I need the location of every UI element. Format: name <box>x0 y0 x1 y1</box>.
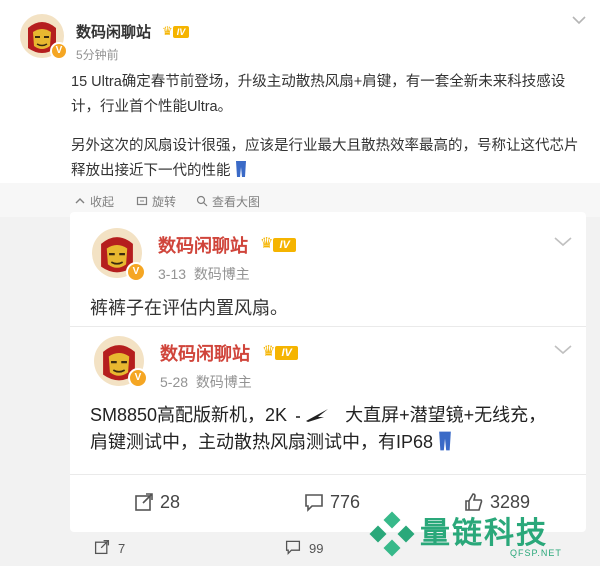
jeans-emoji-icon <box>235 161 247 179</box>
comment-icon <box>305 494 323 512</box>
quote2-text: SM8850高配版新机，2K 大直屏+潜望镜+无线充， 肩键测试中，主动散热风扇… <box>90 405 547 452</box>
post-paragraph-1: 15 Ultra确定春节前登场，升级主动散热风扇+肩键，有一套全新未来科技感设计… <box>71 74 566 115</box>
card-comment-count: 776 <box>304 492 360 513</box>
collapse-button[interactable]: 收起 <box>74 193 114 210</box>
quote1-verified-badge: V <box>126 262 146 282</box>
crown-icon: ♛ <box>162 24 173 38</box>
quote1-text: 裤裤子在评估内置风扇。 <box>90 298 288 318</box>
comment-button[interactable]: 99 <box>285 539 323 556</box>
repost-button[interactable]: 7 <box>94 539 125 556</box>
jeans-emoji-icon <box>438 431 452 452</box>
card-footer-divider <box>70 474 586 475</box>
chevron-down-icon[interactable] <box>572 12 586 30</box>
arrow-emoji-icon <box>287 405 345 425</box>
author-name[interactable]: 数码闲聊站 <box>76 21 151 42</box>
watermark-mark-icon <box>369 511 415 557</box>
share-icon <box>94 539 110 555</box>
quote2-author: 数码闲聊站 <box>160 344 250 364</box>
quote2-meta: 5-28 数码博主 <box>160 374 252 390</box>
crown-icon: ♛ <box>262 343 276 360</box>
view-large-button[interactable]: 查看大图 <box>196 193 260 210</box>
quote2-level-badge: ♛ IV <box>262 342 298 361</box>
quote1-level-badge: ♛ IV <box>260 234 296 253</box>
post-time[interactable]: 5分钟前 <box>76 46 119 63</box>
card-repost-count: 28 <box>134 492 180 513</box>
main-post: V 数码闲聊站 ♛ IV 5分钟前 15 Ultra确定春节前登场，升级主动散热风… <box>0 0 600 183</box>
verified-badge: V <box>50 42 68 60</box>
quote1-meta: 3-13 数码博主 <box>158 266 250 282</box>
comment-icon <box>285 540 301 555</box>
quote2-verified-badge: V <box>128 368 148 388</box>
collapse-icon <box>74 195 86 207</box>
watermark-site: QFSP.NET <box>510 548 562 558</box>
post-body: 15 Ultra确定春节前登场，升级主动散热风扇+肩键，有一套全新未来科技感设计… <box>71 70 591 184</box>
post-paragraph-2: 另外这次的风扇设计很强，应该是行业最大且散热效率最高的，号称让这代芯片释放出接近… <box>71 138 579 179</box>
watermark-logo: 量链科技 QFSP.NET <box>368 506 594 560</box>
zoom-icon <box>196 195 208 207</box>
share-icon <box>135 493 153 511</box>
repost-screenshot-card: V 数码闲聊站 ♛ IV 3-13 数码博主 裤裤子在评估内置风扇。 V 数码闲聊… <box>70 212 586 532</box>
quote1-chevron-down-icon <box>554 234 572 252</box>
card-divider <box>70 326 586 327</box>
crown-icon: ♛ <box>260 235 274 252</box>
rotate-icon <box>136 195 148 207</box>
quote1-author: 数码闲聊站 <box>158 236 248 256</box>
rotate-button[interactable]: 旋转 <box>136 193 176 210</box>
quote2-chevron-down-icon <box>554 342 572 360</box>
watermark-brand: 量链科技 <box>420 517 548 550</box>
level-badge: ♛ IV <box>162 22 190 40</box>
